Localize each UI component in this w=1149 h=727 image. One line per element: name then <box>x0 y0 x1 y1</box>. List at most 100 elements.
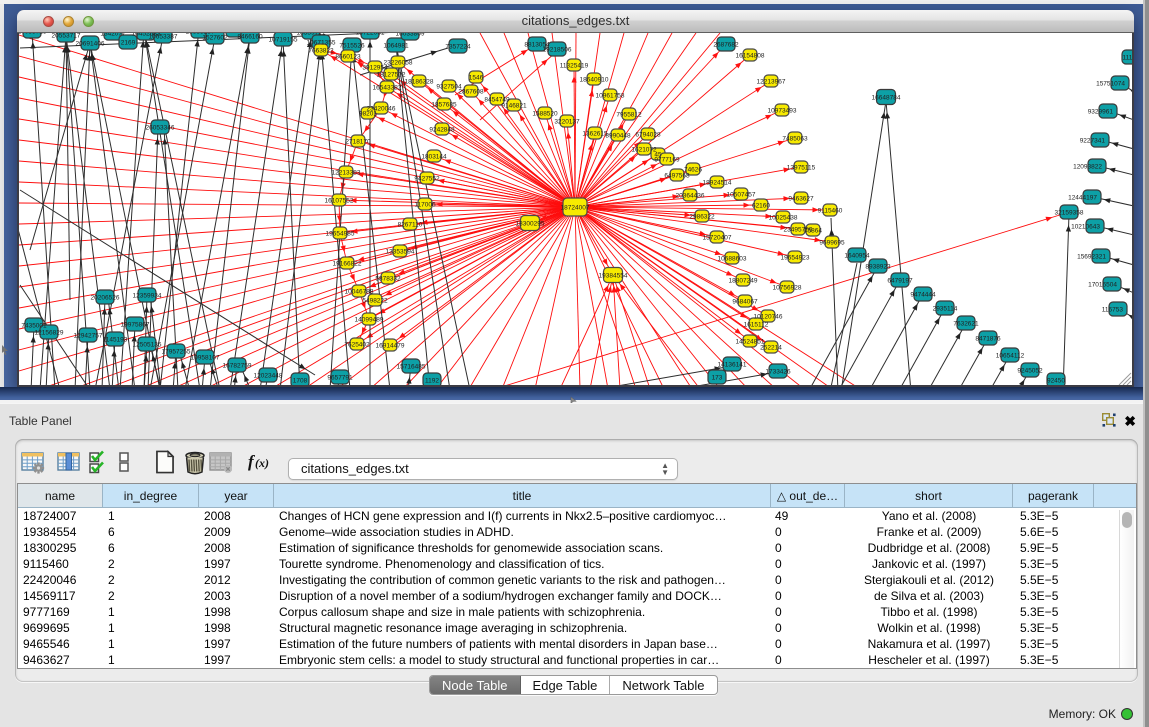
svg-text:13975115: 13975115 <box>787 165 816 172</box>
svg-text:18127502: 18127502 <box>377 72 406 79</box>
svg-text:5498222: 5498222 <box>362 298 388 305</box>
svg-text:16033809: 16033809 <box>396 33 425 38</box>
svg-text:19384554: 19384554 <box>599 273 628 280</box>
svg-text:9474444: 9474444 <box>910 292 936 299</box>
svg-text:10671355: 10671355 <box>307 40 336 47</box>
svg-text:2986322: 2986322 <box>689 214 715 221</box>
svg-text:9245052: 9245052 <box>1017 368 1043 375</box>
svg-text:5878332: 5878332 <box>375 276 401 283</box>
svg-text:10210643: 10210643 <box>1071 224 1100 231</box>
svg-text:10507457: 10507457 <box>727 192 756 199</box>
svg-text:19654985: 19654985 <box>326 231 355 238</box>
svg-text:20364436: 20364436 <box>676 193 705 200</box>
svg-text:20553717: 20553717 <box>52 33 81 40</box>
svg-text:18807249: 18807249 <box>729 278 758 285</box>
svg-text:13353594: 13353594 <box>386 249 415 256</box>
svg-text:8660123: 8660123 <box>335 54 361 61</box>
svg-text:1117: 1117 <box>1123 55 1133 62</box>
svg-text:1640954: 1640954 <box>844 253 870 260</box>
svg-text:10756928: 10756928 <box>773 285 802 292</box>
svg-text:18339721: 18339721 <box>297 33 326 37</box>
svg-text:9684067: 9684067 <box>732 299 758 306</box>
svg-text:6497568: 6497568 <box>664 173 690 180</box>
svg-text:8938923: 8938923 <box>865 264 891 271</box>
svg-text:15751074: 15751074 <box>1096 81 1125 88</box>
svg-text:9242848: 9242848 <box>429 127 455 134</box>
svg-text:14136141: 14136141 <box>718 362 747 369</box>
svg-text:19166822: 19166822 <box>333 261 362 268</box>
svg-text:18186328: 18186328 <box>405 79 434 86</box>
svg-text:173: 173 <box>712 375 723 382</box>
svg-text:7485063: 7485063 <box>782 136 808 143</box>
svg-text:1546: 1546 <box>469 75 484 82</box>
svg-text:18640910: 18640910 <box>580 77 609 84</box>
svg-text:15720407: 15720407 <box>703 235 732 242</box>
svg-text:18924514: 18924514 <box>703 180 732 187</box>
svg-text:10961758: 10961758 <box>596 93 625 100</box>
svg-text:92450: 92450 <box>1047 378 1065 385</box>
svg-text:1857685: 1857685 <box>431 102 457 109</box>
svg-text:7632621: 7632621 <box>953 321 979 328</box>
svg-text:7663822: 7663822 <box>308 48 334 55</box>
svg-text:10654112: 10654112 <box>996 353 1025 360</box>
svg-text:1362615: 1362615 <box>582 131 608 138</box>
svg-text:75864: 75864 <box>804 228 822 235</box>
svg-text:10653387: 10653387 <box>149 34 178 41</box>
svg-text:1145193: 1145193 <box>103 337 128 344</box>
svg-text:9777169: 9777169 <box>654 157 680 164</box>
svg-text:10719155: 10719155 <box>269 37 298 44</box>
svg-text:9115460: 9115460 <box>818 208 843 215</box>
svg-text:10025438: 10025438 <box>769 215 798 222</box>
svg-text:12213967: 12213967 <box>757 79 786 86</box>
svg-text:12213383: 12213383 <box>332 170 361 177</box>
svg-text:19654923: 19654923 <box>781 255 810 262</box>
svg-text:10046788: 10046788 <box>345 289 374 296</box>
svg-text:16154808: 16154808 <box>736 53 765 60</box>
svg-text:10120746: 10120746 <box>754 314 783 321</box>
svg-text:1192: 1192 <box>425 378 439 385</box>
svg-text:17957255: 17957255 <box>162 349 191 356</box>
svg-text:3220137: 3220137 <box>554 119 580 126</box>
svg-text:6794028: 6794028 <box>635 132 661 139</box>
svg-text:15692321: 15692321 <box>1077 254 1106 261</box>
svg-text:1527602: 1527602 <box>202 35 228 42</box>
svg-text:18724007: 18724007 <box>561 205 590 212</box>
svg-text:98201: 98201 <box>359 111 377 118</box>
svg-text:12093822: 12093822 <box>1073 164 1102 171</box>
svg-text:2169: 2169 <box>121 40 136 47</box>
svg-text:12505135: 12505135 <box>133 342 162 349</box>
svg-text:2687682: 2687682 <box>713 42 739 49</box>
svg-text:16914479: 16914479 <box>376 343 405 350</box>
svg-text:16543382: 16543382 <box>373 85 402 92</box>
svg-text:2867608: 2867608 <box>458 89 484 96</box>
svg-text:9427552: 9427552 <box>414 176 440 183</box>
svg-text:10973493: 10973493 <box>768 108 797 115</box>
svg-text:8990448: 8990448 <box>605 133 631 140</box>
svg-text:1064981: 1064981 <box>383 43 409 50</box>
svg-text:12156829: 12156829 <box>35 330 64 337</box>
svg-text:1588520: 1588520 <box>532 111 558 118</box>
svg-text:117006: 117006 <box>414 202 436 209</box>
svg-text:18300295: 18300295 <box>516 221 545 228</box>
svg-text:19975867: 19975867 <box>121 322 150 329</box>
svg-text:2935114: 2935114 <box>933 306 958 313</box>
svg-text:1708: 1708 <box>293 378 308 385</box>
svg-text:8466160: 8466160 <box>237 34 263 41</box>
svg-text:9463627: 9463627 <box>788 196 814 203</box>
svg-text:10958107: 10958107 <box>191 355 220 362</box>
svg-text:9227341: 9227341 <box>1080 138 1106 145</box>
svg-text:19218506: 19218506 <box>543 47 572 54</box>
svg-text:1621072: 1621072 <box>631 147 657 154</box>
svg-text:12359934: 12359934 <box>133 293 162 300</box>
svg-text:14055713: 14055713 <box>19 33 47 36</box>
svg-text:7625402: 7625402 <box>344 342 370 349</box>
svg-text:7435001: 7435001 <box>21 323 47 330</box>
svg-text:7357224: 7357224 <box>445 44 471 51</box>
svg-text:1803144: 1803144 <box>421 154 447 161</box>
svg-text:6479197: 6479197 <box>887 278 913 285</box>
svg-text:9657791: 9657791 <box>327 375 353 382</box>
svg-text:1615112: 1615112 <box>744 322 769 329</box>
svg-text:7955812: 7955812 <box>616 112 642 119</box>
svg-text:32159358: 32159358 <box>1055 210 1084 217</box>
svg-text:8267110: 8267110 <box>398 222 423 229</box>
